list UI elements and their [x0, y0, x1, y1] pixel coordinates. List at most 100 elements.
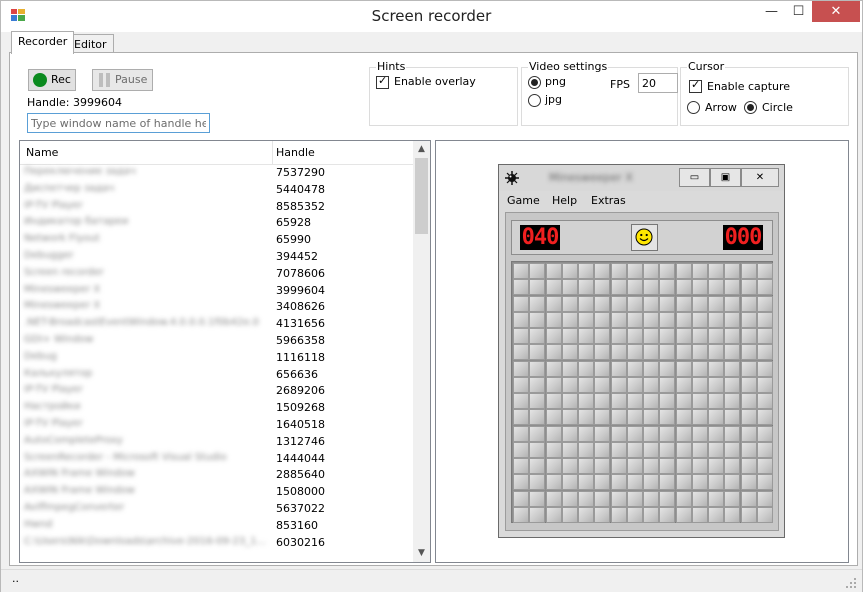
table-row[interactable]: Minesweeper X 3408626	[20, 299, 413, 316]
table-row[interactable]: IP-TV Player 8585352	[20, 199, 413, 216]
enable-overlay-checkbox[interactable]	[376, 74, 389, 89]
mine-cell	[675, 376, 692, 393]
pause-button[interactable]: Pause	[92, 69, 153, 91]
mine-grid	[511, 261, 773, 523]
table-row[interactable]: Network Flyout 65990	[20, 232, 413, 249]
list-scrollbar[interactable]: ▲ ▼	[413, 141, 430, 562]
row-name: IP-TV Player	[24, 384, 83, 396]
scroll-down-arrow[interactable]: ▼	[413, 545, 430, 562]
table-row[interactable]: Переключение задач 7537290	[20, 165, 413, 182]
column-header-name[interactable]: Name	[26, 146, 58, 159]
mine-cell	[513, 490, 529, 507]
mine-cell	[545, 263, 562, 279]
table-row[interactable]: Индикатор батареи 65928	[20, 215, 413, 232]
close-button[interactable]: ✕	[812, 1, 860, 22]
row-name: Переключение задач	[24, 166, 136, 177]
circle-radio[interactable]	[744, 101, 757, 114]
jpg-radio[interactable]	[528, 94, 541, 107]
table-row[interactable]: AutoCompleteProxy 1312746	[20, 434, 413, 451]
preview-menu-game: Game	[507, 194, 540, 207]
table-row[interactable]: Debugger 394452	[20, 249, 413, 266]
mine-cell	[610, 393, 627, 409]
mine-cell	[561, 506, 578, 523]
mine-cell	[610, 295, 627, 312]
smiley-icon	[635, 228, 653, 246]
title-bar[interactable]: Screen recorder — ☐ ✕	[1, 1, 862, 32]
mine-cell	[756, 490, 773, 507]
mine-cell	[594, 360, 611, 377]
mine-cell	[529, 425, 546, 442]
mine-cell	[513, 376, 529, 393]
mine-cell	[675, 441, 692, 458]
table-row[interactable]: IP-TV Player 1640518	[20, 417, 413, 434]
mine-cell	[594, 458, 611, 474]
mine-cell	[643, 441, 659, 458]
mines-counter: 040	[520, 225, 560, 250]
mine-cell	[578, 263, 594, 279]
mine-cell	[610, 360, 627, 377]
jpg-label: jpg	[545, 93, 563, 106]
mine-cell	[626, 344, 643, 361]
mine-cell	[594, 295, 611, 312]
table-row[interactable]: Диспетчер задач 5440478	[20, 182, 413, 199]
mine-cell	[626, 393, 643, 409]
table-row[interactable]: ScreenRecorder - Microsoft Visual Studio…	[20, 451, 413, 468]
mine-cell	[708, 458, 724, 474]
mine-cell	[513, 344, 529, 361]
rec-button[interactable]: Rec	[28, 69, 76, 91]
table-row[interactable]: .NET-BroadcastEventWindow.4.0.0.0.1f0b42…	[20, 316, 413, 333]
table-row[interactable]: IP-TV Player 2689206	[20, 383, 413, 400]
table-row[interactable]: AXWIN Frame Window 2885640	[20, 467, 413, 484]
tab-recorder[interactable]: Recorder	[11, 31, 75, 54]
timer-counter: 000	[723, 225, 763, 250]
window-list[interactable]: Name Handle Переключение задач 7537290 Дис…	[19, 140, 431, 563]
table-row[interactable]: Screen recorder 7078606	[20, 266, 413, 283]
mine-cell	[529, 474, 546, 491]
scroll-thumb[interactable]	[415, 158, 428, 234]
table-row[interactable]: C:\Users\Nik\Downloads\archive-2016-09-2…	[20, 535, 413, 552]
arrow-radio[interactable]	[687, 101, 700, 114]
table-row[interactable]: Debug 1116118	[20, 350, 413, 367]
video-settings-legend: Video settings	[528, 60, 609, 73]
mine-cell	[756, 506, 773, 523]
maximize-button[interactable]: ☐	[785, 1, 812, 22]
mine-cell	[578, 344, 594, 361]
circle-label: Circle	[762, 101, 793, 114]
png-radio[interactable]	[528, 76, 541, 89]
resize-grip-icon[interactable]	[846, 578, 856, 588]
table-row[interactable]: Minesweeper X 3999604	[20, 283, 413, 300]
table-row[interactable]: Hwnd 853160	[20, 518, 413, 535]
status-text: ..	[12, 572, 19, 585]
mine-cell	[659, 328, 676, 344]
mine-cell	[545, 279, 562, 296]
row-name: GDI+ Window	[24, 333, 94, 345]
table-row[interactable]: AXWIN Frame Window 1508000	[20, 484, 413, 501]
window-search-input[interactable]	[27, 113, 210, 133]
table-row[interactable]: AviffmpegConverter 5637022	[20, 501, 413, 518]
table-row[interactable]: Калькулятор 656636	[20, 367, 413, 384]
row-name: Диспетчер задач	[24, 182, 115, 194]
mine-cell	[724, 279, 741, 296]
row-handle: 2885640	[276, 468, 325, 482]
table-row[interactable]: Настройки 1509268	[20, 400, 413, 417]
preview-minimize-button: ▭	[679, 168, 710, 187]
mine-cell	[643, 263, 659, 279]
table-row[interactable]: GDI+ Window 5966358	[20, 333, 413, 350]
scroll-up-arrow[interactable]: ▲	[413, 141, 430, 158]
list-rows: Переключение задач 7537290 Диспетчер задач…	[20, 165, 413, 551]
mine-cell	[756, 458, 773, 474]
fps-input[interactable]	[638, 73, 678, 93]
mine-cell	[691, 360, 708, 377]
enable-capture-checkbox[interactable]	[689, 78, 702, 93]
mine-cell	[513, 263, 529, 279]
mine-cell	[561, 360, 578, 377]
mine-cell	[529, 311, 546, 328]
mine-cell	[643, 425, 659, 442]
minimize-button[interactable]: —	[758, 1, 785, 22]
column-header-handle[interactable]: Handle	[276, 146, 315, 159]
mine-cell	[708, 295, 724, 312]
mine-cell	[724, 295, 741, 312]
mine-cell	[578, 458, 594, 474]
mine-cell	[724, 506, 741, 523]
column-divider[interactable]	[272, 141, 273, 164]
